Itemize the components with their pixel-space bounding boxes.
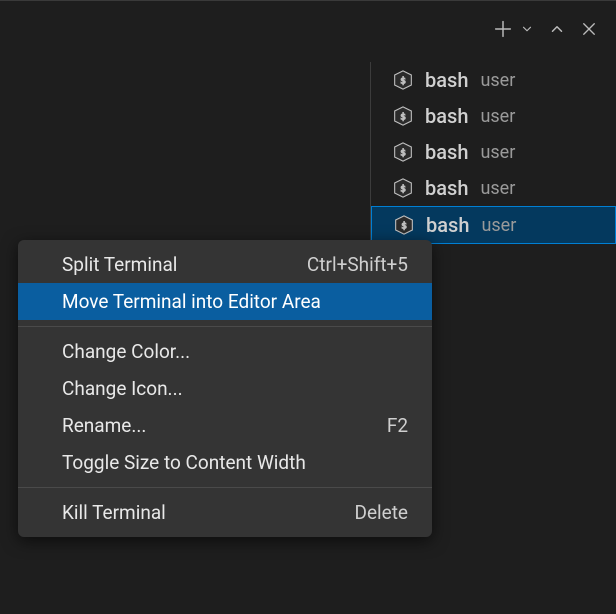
user-name: user (480, 142, 515, 163)
terminal-tab[interactable]: $ bash user (383, 170, 616, 206)
menu-label: Rename... (62, 414, 146, 437)
new-terminal-group (492, 18, 534, 40)
svg-text:$: $ (400, 111, 406, 122)
terminal-tab[interactable]: $ bash user (383, 134, 616, 170)
shell-name: bash (426, 213, 469, 237)
bash-icon: $ (393, 177, 413, 199)
shell-name: bash (425, 140, 468, 164)
chevron-down-icon[interactable] (520, 22, 534, 36)
menu-separator (18, 487, 432, 488)
close-icon[interactable] (580, 20, 598, 38)
shell-name: bash (425, 176, 468, 200)
user-name: user (480, 178, 515, 199)
menu-separator (18, 326, 432, 327)
menu-label: Split Terminal (62, 253, 177, 276)
menu-shortcut: F2 (387, 414, 408, 437)
bash-icon: $ (393, 105, 413, 127)
user-name: user (481, 215, 516, 236)
svg-text:$: $ (400, 75, 406, 86)
chevron-up-icon[interactable] (548, 20, 566, 38)
menu-item-change-color[interactable]: Change Color... (18, 333, 432, 370)
menu-shortcut: Ctrl+Shift+5 (307, 253, 408, 276)
bash-icon: $ (394, 214, 414, 236)
menu-item-kill-terminal[interactable]: Kill Terminal Delete (18, 494, 432, 531)
bash-icon: $ (393, 69, 413, 91)
terminal-context-menu: Split Terminal Ctrl+Shift+5 Move Termina… (18, 240, 432, 537)
terminal-tab-selected[interactable]: $ bash user (371, 206, 616, 244)
panel-top-border (0, 0, 616, 1)
user-name: user (480, 70, 515, 91)
menu-item-rename[interactable]: Rename... F2 (18, 407, 432, 444)
menu-label: Change Color... (62, 340, 190, 363)
shell-name: bash (425, 68, 468, 92)
menu-shortcut: Delete (354, 501, 408, 524)
svg-text:$: $ (401, 220, 407, 231)
shell-name: bash (425, 104, 468, 128)
plus-icon[interactable] (492, 18, 514, 40)
menu-item-move-terminal-into-editor[interactable]: Move Terminal into Editor Area (18, 283, 432, 320)
svg-text:$: $ (400, 183, 406, 194)
menu-label: Kill Terminal (62, 501, 166, 524)
terminal-tabs-sidebar: $ bash user $ bash user $ bash user $ ba… (370, 62, 616, 244)
menu-label: Toggle Size to Content Width (62, 451, 306, 474)
terminal-tab[interactable]: $ bash user (383, 62, 616, 98)
menu-item-toggle-size[interactable]: Toggle Size to Content Width (18, 444, 432, 481)
terminal-toolbar (492, 18, 598, 40)
terminal-tab[interactable]: $ bash user (383, 98, 616, 134)
menu-item-change-icon[interactable]: Change Icon... (18, 370, 432, 407)
menu-label: Change Icon... (62, 377, 183, 400)
bash-icon: $ (393, 141, 413, 163)
user-name: user (480, 106, 515, 127)
menu-item-split-terminal[interactable]: Split Terminal Ctrl+Shift+5 (18, 246, 432, 283)
menu-label: Move Terminal into Editor Area (62, 290, 321, 313)
svg-text:$: $ (400, 147, 406, 158)
